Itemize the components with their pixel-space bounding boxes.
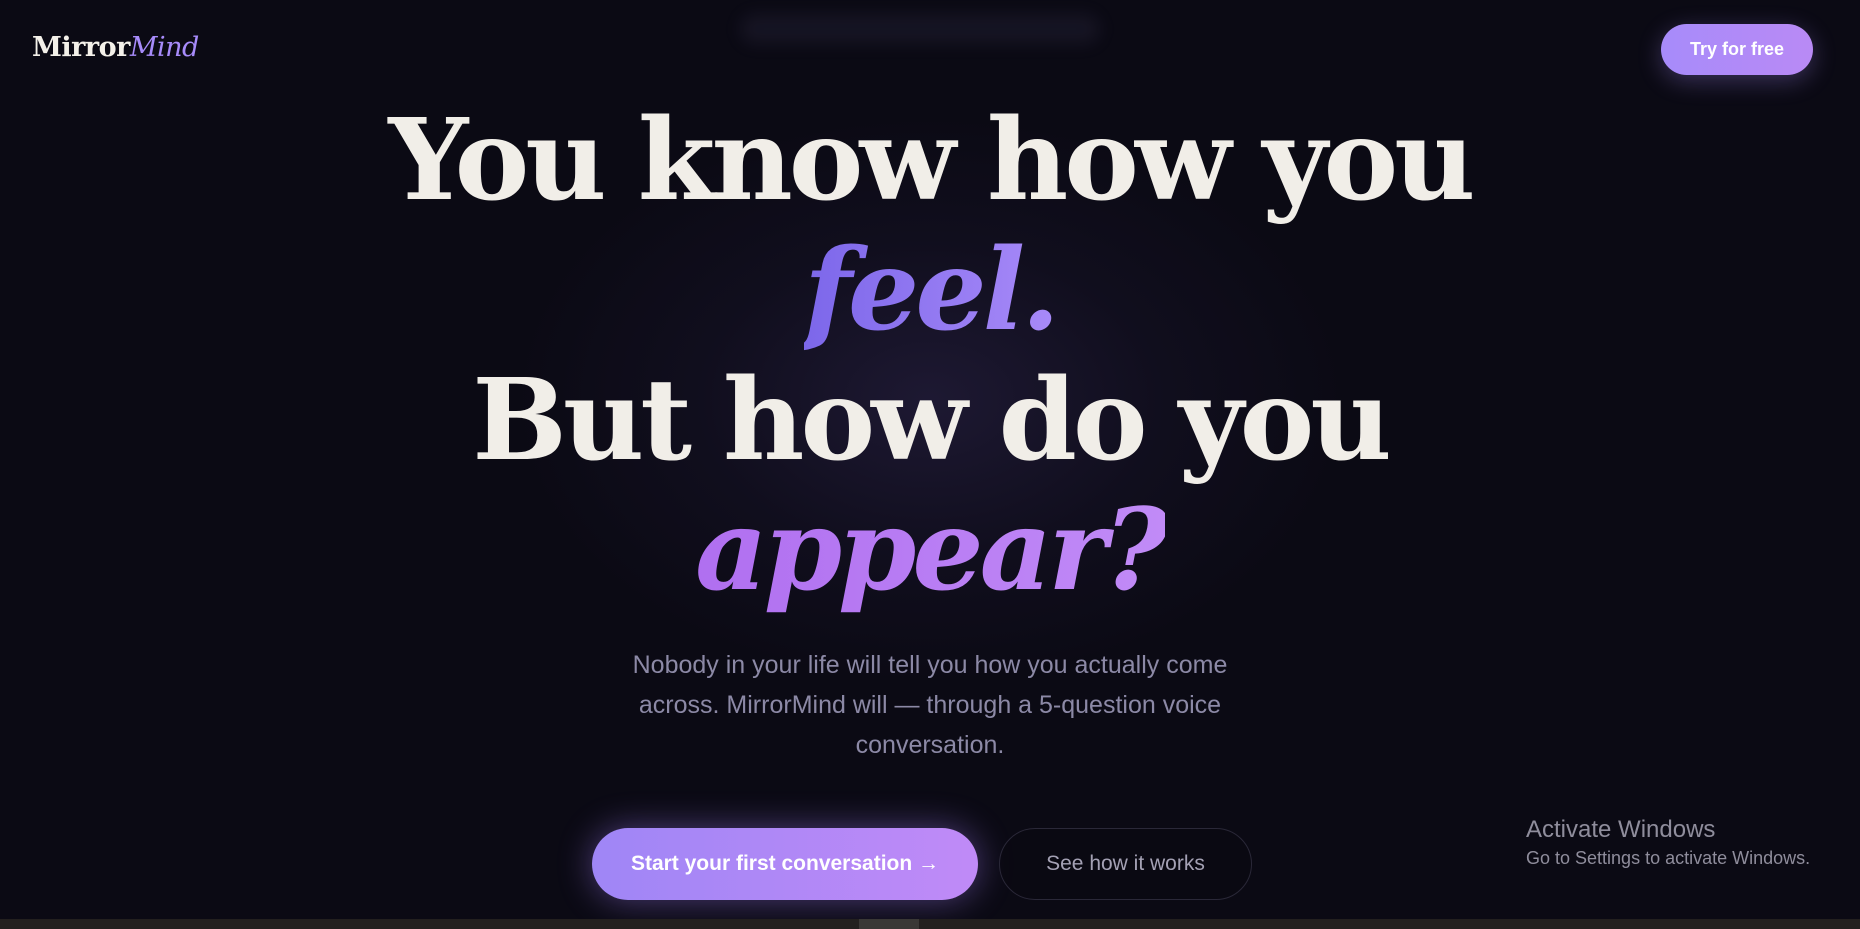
activate-windows-watermark: Activate Windows Go to Settings to activ… — [1526, 814, 1810, 870]
logo[interactable]: MirrorMind — [32, 32, 199, 63]
taskbar-strip — [0, 919, 1860, 929]
logo-accent-text: Mind — [129, 32, 199, 63]
headline-feel-word: feel. — [803, 225, 1060, 356]
headline-line-2: feel. — [0, 226, 1860, 356]
logo-main-text: Mirror — [32, 32, 130, 63]
headline-line-4: appear? — [0, 486, 1860, 616]
see-how-it-works-button[interactable]: See how it works — [999, 828, 1252, 900]
activate-windows-subtitle: Go to Settings to activate Windows. — [1526, 848, 1811, 868]
hero-subtitle: Nobody in your life will tell you how yo… — [632, 651, 1228, 759]
headline-line-1: You know how you — [388, 95, 1475, 226]
taskbar-thumbnail[interactable] — [859, 919, 919, 929]
hero-headline: You know how you feel. But how do you ap… — [0, 96, 1860, 616]
try-for-free-button[interactable]: Try for free — [1661, 24, 1813, 75]
start-conversation-button[interactable]: Start your first conversation → — [592, 828, 978, 900]
top-announcement-blur — [740, 14, 1100, 44]
activate-windows-title: Activate Windows — [1526, 816, 1716, 843]
headline-appear-word: appear? — [695, 485, 1169, 616]
headline-line-3: But how do you — [472, 355, 1392, 486]
